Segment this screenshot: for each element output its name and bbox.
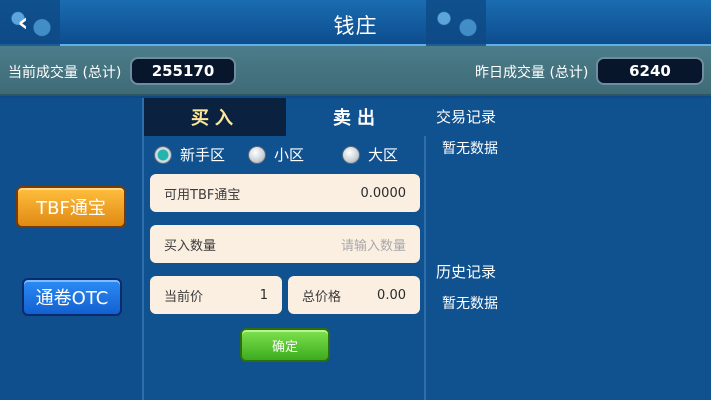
yesterday-volume-label: 昨日成交量 (总计) [475, 65, 589, 81]
current-volume-label: 当前成交量 (总计) [8, 65, 122, 81]
zone-radio-large[interactable]: 大区 [342, 144, 398, 165]
available-label: 可用TBF通宝 [164, 187, 241, 203]
quantity-label: 买入数量 [164, 238, 217, 254]
tab-sell[interactable]: 卖出 [286, 98, 428, 136]
radio-unselected-icon [248, 145, 266, 164]
price-label: 当前价 [164, 289, 204, 305]
available-value: 0.0000 [360, 185, 407, 201]
tbf-button[interactable]: TBF通宝 [16, 186, 126, 228]
zone-radio-small[interactable]: 小区 [248, 144, 304, 165]
current-volume-value: 255170 [130, 57, 236, 85]
records-panel: 交易记录 暂无数据 历史记录 暂无数据 [426, 98, 711, 400]
radio-unselected-icon [342, 145, 360, 164]
quantity-input[interactable]: 买入数量 请输入数量 [150, 225, 420, 263]
zone-label: 小区 [274, 146, 305, 164]
total-label: 总价格 [302, 289, 342, 305]
left-sidebar: TBF通宝 通卷OTC [0, 98, 142, 400]
zone-label: 大区 [368, 146, 399, 164]
otc-button[interactable]: 通卷OTC [22, 278, 122, 316]
header-bar: ‹ 钱庄 [0, 0, 711, 46]
available-balance-field: 可用TBF通宝 0.0000 [150, 174, 420, 212]
stats-bar: 当前成交量 (总计) 255170 昨日成交量 (总计) 6240 [0, 46, 711, 96]
trade-panel: 买入 卖出 新手区 小区 大区 可用TBF通宝 0.0000 买入数量 请输入数… [142, 98, 428, 400]
total-price-field: 总价格 0.00 [288, 276, 420, 314]
trade-records-title: 交易记录 [436, 108, 497, 126]
tab-buy[interactable]: 买入 [144, 98, 286, 136]
yesterday-volume-value: 6240 [596, 57, 704, 85]
total-value: 0.00 [377, 287, 406, 303]
confirm-button[interactable]: 确定 [240, 328, 330, 362]
history-records-title: 历史记录 [436, 263, 497, 281]
zone-radio-group: 新手区 小区 大区 [154, 144, 424, 166]
price-value: 1 [259, 287, 268, 303]
current-price-field: 当前价 1 [150, 276, 282, 314]
zone-label: 新手区 [180, 146, 226, 164]
quantity-placeholder: 请输入数量 [340, 238, 406, 254]
page-title: 钱庄 [333, 14, 378, 38]
zone-radio-newbie[interactable]: 新手区 [154, 144, 225, 165]
history-records-empty: 暂无数据 [442, 296, 498, 312]
trade-records-empty: 暂无数据 [442, 141, 498, 157]
radio-selected-icon [154, 145, 172, 164]
